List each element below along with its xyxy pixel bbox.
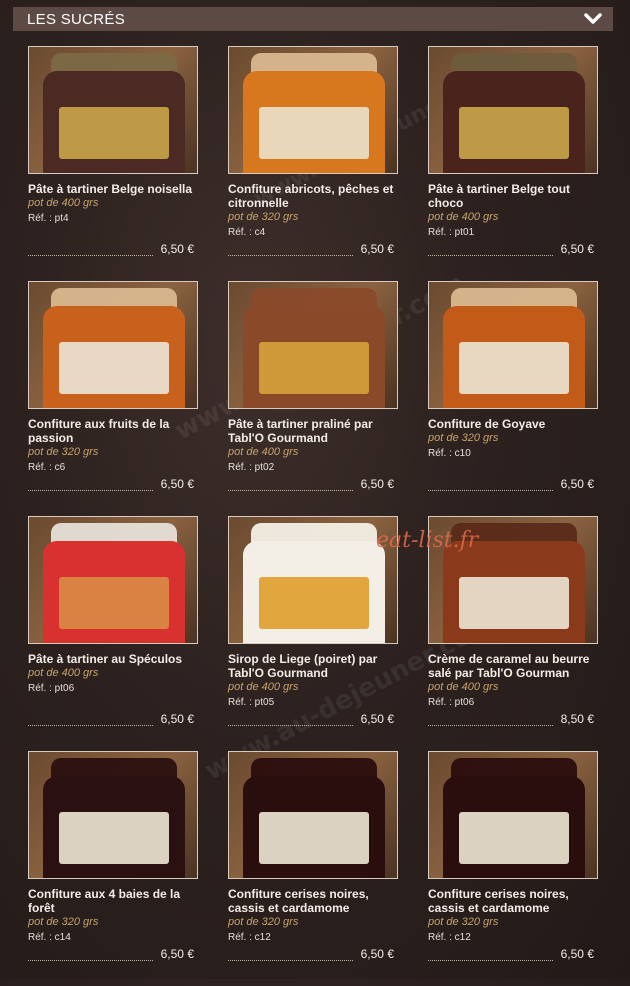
product-image[interactable] (428, 751, 598, 879)
product-price: 6,50 € (160, 947, 194, 961)
product-ref: Réf. : pt06 (28, 683, 75, 694)
product-name[interactable]: Confiture abricots, pêches et citronnell… (228, 182, 398, 210)
product-card[interactable]: Confiture cerises noires, cassis et card… (228, 751, 398, 986)
price-row: 6,50 € (428, 947, 594, 961)
product-price: 8,50 € (560, 712, 594, 726)
product-weight: pot de 320 grs (228, 916, 299, 928)
product-image[interactable] (28, 46, 198, 174)
section-title: LES SUCRÉS (27, 10, 126, 28)
product-image[interactable] (228, 516, 398, 644)
product-card[interactable]: Confiture de Goyave pot de 320 grs Réf. … (428, 281, 598, 516)
product-weight: pot de 400 grs (428, 211, 499, 223)
product-name[interactable]: Confiture de Goyave (428, 417, 598, 431)
price-row: 6,50 € (228, 477, 394, 491)
product-card[interactable]: Pâte à tartiner au Spéculos pot de 400 g… (28, 516, 198, 751)
price-row: 6,50 € (428, 242, 594, 256)
product-card[interactable]: Confiture aux 4 baies de la forêt pot de… (28, 751, 198, 986)
product-image[interactable] (228, 46, 398, 174)
product-name[interactable]: Crème de caramel au beurre salé par Tabl… (428, 652, 598, 680)
dotted-leader (28, 482, 153, 491)
price-row: 6,50 € (28, 242, 194, 256)
product-image[interactable] (228, 281, 398, 409)
product-ref: Réf. : pt01 (428, 227, 475, 238)
product-price: 6,50 € (360, 712, 394, 726)
dotted-leader (28, 717, 153, 726)
price-row: 6,50 € (228, 712, 394, 726)
product-weight: pot de 400 grs (28, 667, 99, 679)
product-name[interactable]: Pâte à tartiner Belge noisella (28, 182, 198, 196)
product-weight: pot de 320 grs (428, 916, 499, 928)
eat-list-logo: eat-list.fr (376, 528, 479, 553)
product-card[interactable]: Sirop de Liege (poiret) par Tabl'O Gourm… (228, 516, 398, 751)
product-card[interactable]: Confiture aux fruits de la passion pot d… (28, 281, 198, 516)
dotted-leader (228, 482, 353, 491)
product-price: 6,50 € (360, 477, 394, 491)
price-row: 6,50 € (28, 712, 194, 726)
section-header[interactable]: LES SUCRÉS (13, 7, 613, 31)
product-ref: Réf. : c4 (228, 227, 266, 238)
product-weight: pot de 400 grs (228, 681, 299, 693)
product-weight: pot de 320 grs (228, 211, 299, 223)
product-price: 6,50 € (360, 242, 394, 256)
product-image[interactable] (28, 516, 198, 644)
product-card[interactable]: Pâte à tartiner Belge noisella pot de 40… (28, 46, 198, 281)
product-weight: pot de 400 grs (228, 446, 299, 458)
product-name[interactable]: Sirop de Liege (poiret) par Tabl'O Gourm… (228, 652, 398, 680)
product-card[interactable]: Confiture cerises noires, cassis et card… (428, 751, 598, 986)
product-price: 6,50 € (360, 947, 394, 961)
dotted-leader (228, 717, 353, 726)
dotted-leader (428, 717, 553, 726)
product-ref: Réf. : pt4 (28, 213, 69, 224)
product-card[interactable]: Confiture abricots, pêches et citronnell… (228, 46, 398, 281)
product-name[interactable]: Confiture aux fruits de la passion (28, 417, 198, 445)
product-ref: Réf. : c6 (28, 462, 66, 473)
product-image[interactable] (28, 751, 198, 879)
dotted-leader (428, 247, 553, 256)
product-ref: Réf. : c12 (428, 932, 471, 943)
product-weight: pot de 400 grs (28, 197, 99, 209)
product-weight: pot de 320 grs (428, 432, 499, 444)
product-name[interactable]: Confiture cerises noires, cassis et card… (228, 887, 398, 915)
product-image[interactable] (428, 46, 598, 174)
product-name[interactable]: Pâte à tartiner praliné par Tabl'O Gourm… (228, 417, 398, 445)
chevron-down-icon[interactable] (583, 11, 603, 27)
product-grid: Pâte à tartiner Belge noisella pot de 40… (28, 46, 598, 986)
product-image[interactable] (428, 281, 598, 409)
product-price: 6,50 € (160, 712, 194, 726)
product-image[interactable] (228, 751, 398, 879)
price-row: 8,50 € (428, 712, 594, 726)
dotted-leader (428, 952, 553, 961)
product-price: 6,50 € (560, 477, 594, 491)
price-row: 6,50 € (28, 947, 194, 961)
product-ref: Réf. : pt05 (228, 697, 275, 708)
dotted-leader (28, 952, 153, 961)
product-card[interactable]: Pâte à tartiner Belge tout choco pot de … (428, 46, 598, 281)
product-price: 6,50 € (560, 242, 594, 256)
dotted-leader (228, 247, 353, 256)
price-row: 6,50 € (28, 477, 194, 491)
price-row: 6,50 € (428, 477, 594, 491)
product-ref: Réf. : c12 (228, 932, 271, 943)
product-name[interactable]: Pâte à tartiner au Spéculos (28, 652, 198, 666)
product-name[interactable]: Confiture aux 4 baies de la forêt (28, 887, 198, 915)
product-price: 6,50 € (560, 947, 594, 961)
product-ref: Réf. : c14 (28, 932, 71, 943)
price-row: 6,50 € (228, 947, 394, 961)
product-price: 6,50 € (160, 242, 194, 256)
product-weight: pot de 320 grs (28, 916, 99, 928)
product-weight: pot de 400 grs (428, 681, 499, 693)
product-weight: pot de 320 grs (28, 446, 99, 458)
product-ref: Réf. : c10 (428, 448, 471, 459)
price-row: 6,50 € (228, 242, 394, 256)
product-card[interactable]: Pâte à tartiner praliné par Tabl'O Gourm… (228, 281, 398, 516)
dotted-leader (428, 482, 553, 491)
product-ref: Réf. : pt06 (428, 697, 475, 708)
product-ref: Réf. : pt02 (228, 462, 275, 473)
product-name[interactable]: Pâte à tartiner Belge tout choco (428, 182, 598, 210)
product-image[interactable] (28, 281, 198, 409)
dotted-leader (28, 247, 153, 256)
dotted-leader (228, 952, 353, 961)
product-price: 6,50 € (160, 477, 194, 491)
product-name[interactable]: Confiture cerises noires, cassis et card… (428, 887, 598, 915)
